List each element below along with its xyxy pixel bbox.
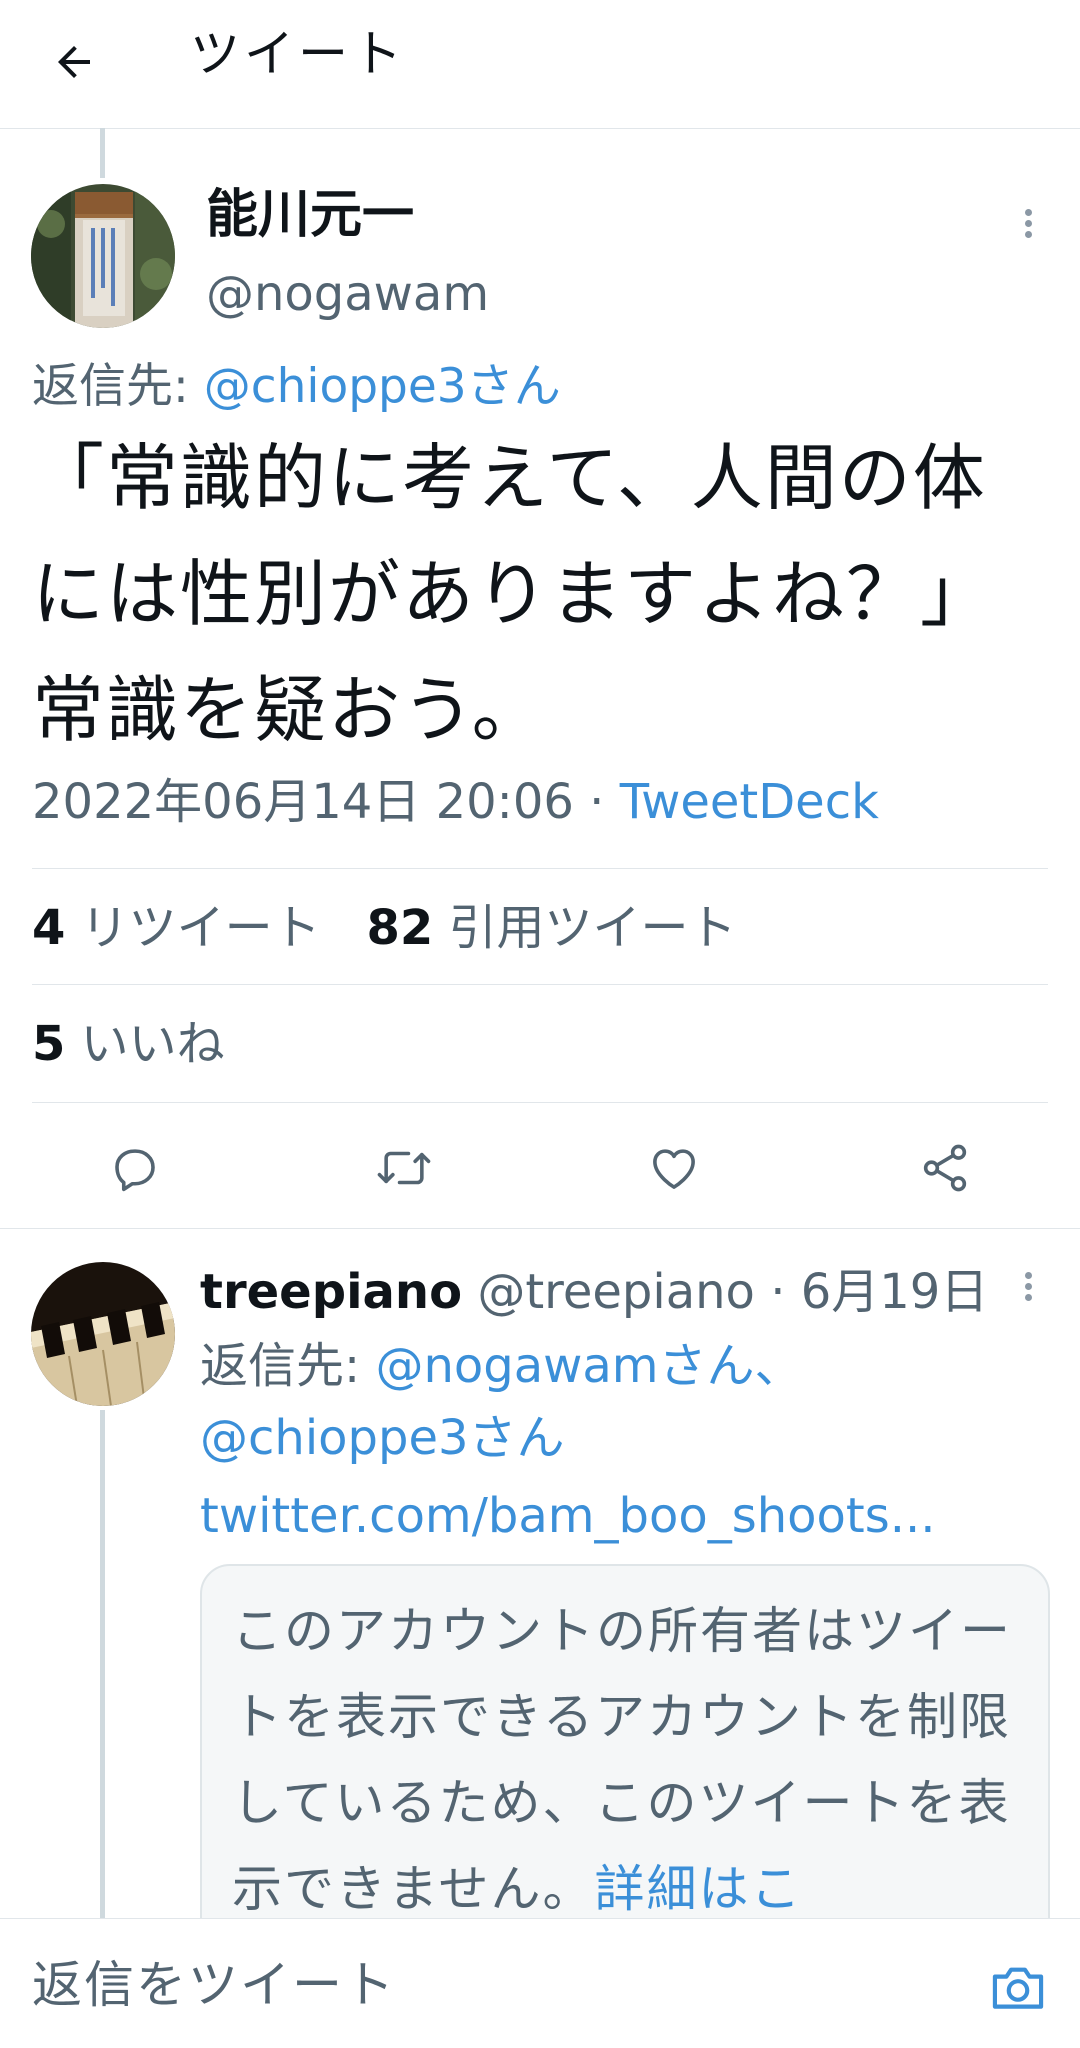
stats-row-retweets: 4 リツイート 82 引用ツイート xyxy=(32,896,737,960)
reply-icon xyxy=(115,1149,155,1192)
reply-to-user-link[interactable]: @chioppe3さん xyxy=(204,359,561,414)
author-handle[interactable]: @nogawam xyxy=(206,262,489,326)
camera-button[interactable] xyxy=(988,1959,1048,2015)
reply-button[interactable] xyxy=(103,1136,167,1200)
reply-to-line: 返信先: @nogawamさん、 @chioppe3さん xyxy=(200,1330,803,1474)
share-button[interactable] xyxy=(913,1136,977,1200)
more-dot-icon xyxy=(1024,209,1032,216)
stats-row-likes[interactable]: 5 いいね xyxy=(32,1012,225,1076)
reply-compose-bar: 返信をツイート xyxy=(0,1918,1080,2048)
thread-connector xyxy=(100,1410,105,1920)
reply-author-avatar[interactable] xyxy=(31,1262,175,1406)
reply-author-handle[interactable]: @treepiano xyxy=(477,1264,755,1320)
retweet-button[interactable] xyxy=(372,1136,436,1200)
more-dot-icon xyxy=(1024,1294,1032,1301)
quote-notice: このアカウントの所有者はツイートを表示できるアカウントを制限しているため、このツ… xyxy=(232,1588,1022,1932)
reply-to-user-link[interactable]: @chioppe3さん xyxy=(200,1402,803,1474)
page-title: ツイート xyxy=(190,25,406,83)
divider xyxy=(32,984,1048,985)
reply-to-user-link[interactable]: @nogawamさん、 xyxy=(375,1338,802,1394)
retweets-stat[interactable]: 4 リツイート xyxy=(32,900,321,956)
back-button[interactable] xyxy=(38,26,110,98)
source-link[interactable]: TweetDeck xyxy=(620,774,879,830)
timestamp-text: 2022年06月14日 20:06 · xyxy=(32,774,620,830)
more-options-button[interactable] xyxy=(1010,205,1046,245)
reply-url-link[interactable]: twitter.com/bam_boo_shoots... xyxy=(200,1480,935,1552)
retweet-icon xyxy=(377,1151,431,1185)
author-avatar[interactable] xyxy=(31,184,175,328)
like-button[interactable] xyxy=(642,1136,706,1200)
section-divider xyxy=(0,1228,1080,1229)
reply-date: · 6月19日 xyxy=(770,1264,989,1320)
tweet-timestamp: 2022年06月14日 20:06 · TweetDeck xyxy=(32,770,879,834)
reply-to-line: 返信先: @chioppe3さん xyxy=(32,355,561,419)
more-dot-icon xyxy=(1024,220,1032,227)
tweet-text: 「常識的に考えて、人間の体には性別がありますよね？」常識を疑おう。 xyxy=(32,436,995,752)
reply-header: treepiano @treepiano · 6月19日 xyxy=(200,1258,988,1326)
more-dot-icon xyxy=(1024,1283,1032,1290)
likes-label: いいね xyxy=(80,1016,225,1072)
quotes-stat[interactable]: 82 引用ツイート xyxy=(366,900,736,956)
reply-to-label: 返信先: xyxy=(200,1338,376,1394)
top-bar: ツイート xyxy=(0,0,1080,129)
divider xyxy=(32,868,1048,869)
arrow-left-icon xyxy=(58,46,90,78)
reply-to-label: 返信先: xyxy=(32,359,204,414)
author-name[interactable]: 能川元一 xyxy=(206,180,414,250)
reply-more-options-button[interactable] xyxy=(1010,1268,1046,1308)
retweets-label: リツイート xyxy=(80,900,321,956)
quotes-label: 引用ツイート xyxy=(448,900,737,956)
camera-icon xyxy=(992,1967,1044,2009)
learn-more-link[interactable]: 詳細はこ xyxy=(595,1860,803,1918)
like-icon xyxy=(653,1149,695,1189)
more-dot-icon xyxy=(1024,231,1032,238)
reply-input[interactable]: 返信をツイート xyxy=(32,1953,396,2017)
more-dot-icon xyxy=(1024,1272,1032,1279)
thread-connector xyxy=(100,128,105,178)
share-icon xyxy=(923,1144,967,1192)
quotes-count: 82 xyxy=(366,900,434,956)
divider xyxy=(32,1102,1048,1103)
reply-author-name[interactable]: treepiano xyxy=(200,1264,462,1320)
retweets-count: 4 xyxy=(32,900,66,956)
likes-count: 5 xyxy=(32,1016,66,1072)
